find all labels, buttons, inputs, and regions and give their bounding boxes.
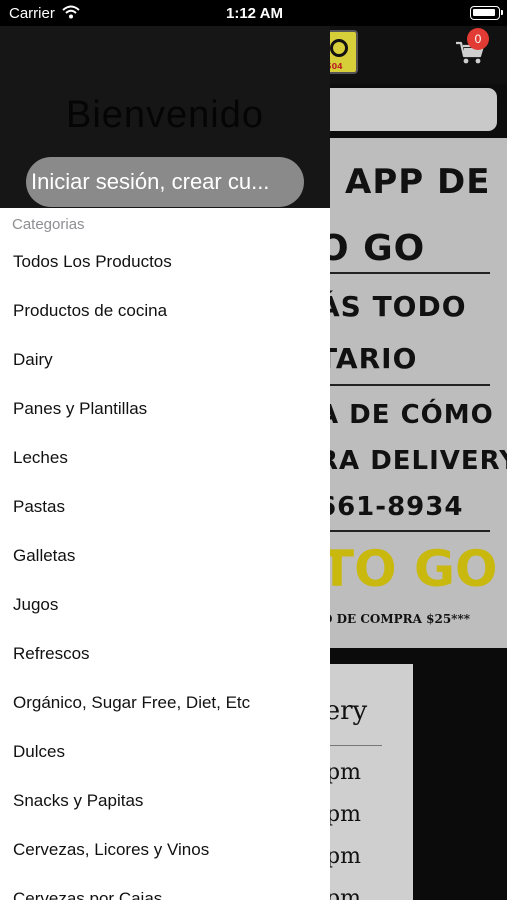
category-item-organico[interactable]: Orgánico, Sugar Free, Diet, Etc <box>0 677 330 726</box>
logo-ring <box>330 39 348 57</box>
category-item-refrescos[interactable]: Refrescos <box>0 628 330 677</box>
category-item-dulces[interactable]: Dulces <box>0 726 330 775</box>
battery-icon <box>470 6 503 20</box>
category-item-pastas[interactable]: Pastas <box>0 481 330 530</box>
categories-header: Categorias <box>12 216 85 233</box>
category-item-dairy[interactable]: Dairy <box>0 334 330 383</box>
status-time: 1:12 AM <box>226 5 283 22</box>
banner-line: ÁS TODO <box>318 290 467 323</box>
category-item-panes[interactable]: Panes y Plantillas <box>0 383 330 432</box>
category-list: Todos Los Productos Productos de cocina … <box>0 236 330 900</box>
category-item-leches[interactable]: Leches <box>0 432 330 481</box>
banner-line: O GO <box>318 228 426 269</box>
carrier-label: Carrier <box>9 5 55 22</box>
banner-phone: 661-8934 <box>318 492 464 522</box>
banner-line: APP DE <box>345 162 491 202</box>
category-item-cervezas-licores[interactable]: Cervezas, Licores y Vinos <box>0 824 330 873</box>
category-item-todos[interactable]: Todos Los Productos <box>0 236 330 285</box>
banner-minimum-purchase: O DE COMPRA $25*** <box>322 612 471 626</box>
category-item-cervezas-cajas[interactable]: Cervezas por Cajas <box>0 873 330 900</box>
category-item-galletas[interactable]: Galletas <box>0 530 330 579</box>
cart-count-badge: 0 <box>467 28 489 50</box>
banner-line: A DE CÓMO <box>318 400 494 430</box>
banner-line: TARIO <box>318 342 418 375</box>
category-item-snacks[interactable]: Snacks y Papitas <box>0 775 330 824</box>
category-item-jugos[interactable]: Jugos <box>0 579 330 628</box>
banner-line: RA DELIVERY, <box>318 446 507 476</box>
side-drawer: Bienvenido Iniciar sesión, crear cu... C… <box>0 0 330 900</box>
drawer-header: Bienvenido Iniciar sesión, crear cu... <box>0 26 330 208</box>
banner-togo: TO GO <box>320 540 498 598</box>
login-button[interactable]: Iniciar sesión, crear cu... <box>26 157 304 207</box>
wifi-icon <box>62 5 80 19</box>
category-item-cocina[interactable]: Productos de cocina <box>0 285 330 334</box>
status-bar: Carrier 1:12 AM <box>0 0 507 26</box>
drawer-body: Categorias Todos Los Productos Productos… <box>0 208 330 900</box>
welcome-title: Bienvenido <box>65 94 265 136</box>
